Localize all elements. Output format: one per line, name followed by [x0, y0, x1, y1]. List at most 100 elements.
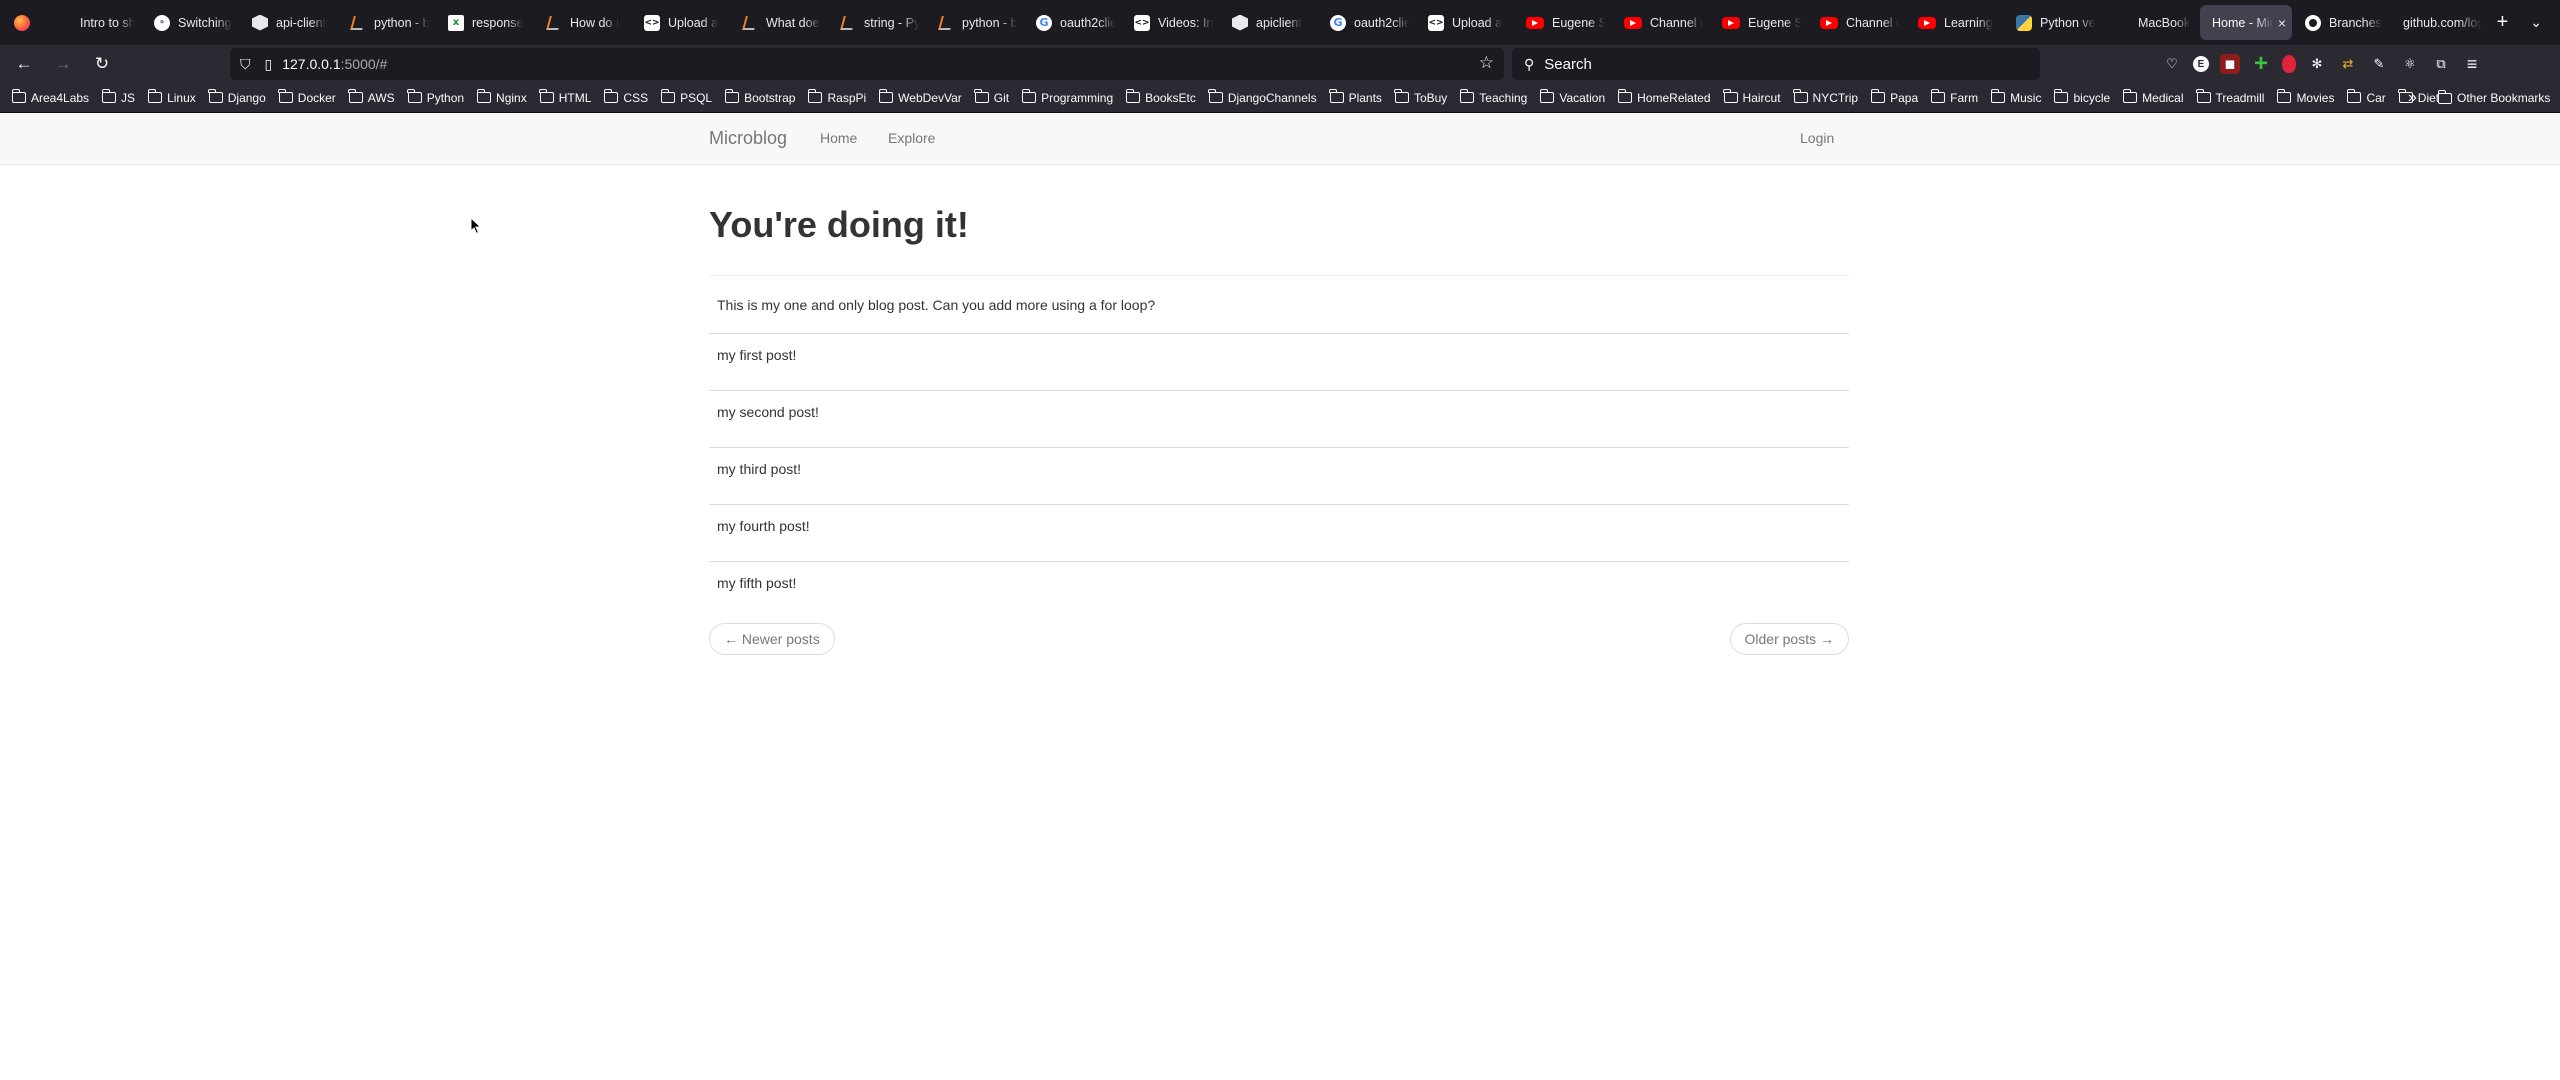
tab[interactable]: Learning: [1906, 5, 2003, 40]
bookmark-folder[interactable]: HTML: [539, 89, 591, 105]
bookmark-folder[interactable]: Medical: [2122, 89, 2184, 105]
bookmark-folder[interactable]: Linux: [147, 89, 196, 105]
search-input[interactable]: ⚲ Search: [1512, 48, 2040, 80]
bookmarks-overflow-chevron-icon[interactable]: »: [2408, 89, 2417, 107]
close-tab-icon[interactable]: ×: [2274, 15, 2286, 31]
tab[interactable]: Channel c: [1612, 5, 1709, 40]
url-bar[interactable]: ⛉ ▯ 127.0.0.1:5000/# ☆: [230, 48, 1504, 80]
tab[interactable]: <> Upload a: [632, 5, 729, 40]
tab[interactable]: apiclient: [1220, 5, 1317, 40]
bookmark-folder[interactable]: Plants: [1329, 89, 1382, 105]
tab[interactable]: Eugene Sk: [1710, 5, 1807, 40]
shield-icon[interactable]: ⛉: [240, 56, 251, 73]
nav-home-link[interactable]: Home: [820, 130, 857, 146]
bookmark-folder[interactable]: Django: [208, 89, 266, 105]
other-bookmarks[interactable]: Other Bookmarks: [2437, 83, 2550, 113]
extension-shield-icon[interactable]: [2282, 55, 2296, 73]
pocket-icon[interactable]: ♡: [2162, 54, 2182, 74]
bookmark-label: Farm: [1950, 90, 1979, 105]
bookmark-folder[interactable]: DjangoChannels: [1208, 89, 1317, 105]
extension-gear-icon[interactable]: ✻: [2307, 54, 2327, 74]
bookmark-folder[interactable]: Diet: [2398, 89, 2439, 105]
bookmark-folder[interactable]: Git: [974, 89, 1009, 105]
tab[interactable]: How do I: [534, 5, 631, 40]
bookmark-star-icon[interactable]: ☆: [1479, 53, 1494, 73]
tab[interactable]: Goauth2clie: [1024, 5, 1121, 40]
tab[interactable]: ⚬ Switching: [142, 5, 239, 40]
tab[interactable]: Python ve: [2004, 5, 2101, 40]
site-brand[interactable]: Microblog: [709, 128, 787, 149]
tab-active[interactable]: Home - Mic ×: [2200, 5, 2292, 40]
bookmark-folder[interactable]: Bootstrap: [724, 89, 795, 105]
extension-translate-icon[interactable]: ⇄: [2338, 54, 2358, 74]
tab[interactable]: Channel c: [1808, 5, 1905, 40]
tab[interactable]: Branches: [2293, 5, 2390, 40]
tab[interactable]: github.com/log: [2391, 5, 2485, 40]
folder-icon: [1990, 89, 2006, 103]
reload-icon[interactable]: ↻: [87, 49, 117, 79]
extension-plus-icon[interactable]: +: [2251, 50, 2271, 77]
new-tab-plus-icon[interactable]: +: [2497, 11, 2509, 34]
account-avatar-icon[interactable]: E: [2193, 56, 2209, 72]
extension-pen-icon[interactable]: ✎: [2369, 54, 2389, 74]
bookmark-folder[interactable]: WebDevVar: [878, 89, 962, 105]
bookmark-folder[interactable]: Car: [2346, 89, 2386, 105]
bookmark-folder[interactable]: Docker: [278, 89, 336, 105]
bookmark-folder[interactable]: CSS: [603, 89, 648, 105]
bookmark-folder[interactable]: Haircut: [1723, 89, 1781, 105]
bookmark-folder[interactable]: Farm: [1930, 89, 1979, 105]
bookmark-folder[interactable]: Treadmill: [2196, 89, 2264, 105]
tab[interactable]: string - Py: [828, 5, 925, 40]
tab[interactable]: <> Videos: In: [1122, 5, 1219, 40]
forward-arrow-icon[interactable]: →: [48, 49, 78, 79]
tab[interactable]: <> Upload a: [1416, 5, 1513, 40]
tab[interactable]: x response: [436, 5, 533, 40]
tab[interactable]: python - b: [926, 5, 1023, 40]
nav-login-link[interactable]: Login: [1800, 130, 1834, 146]
tab[interactable]: Eugene Sk: [1514, 5, 1611, 40]
bookmark-folder[interactable]: Music: [1990, 89, 2041, 105]
bookmark-folder[interactable]: Vacation: [1539, 89, 1605, 105]
bookmark-folder[interactable]: Programming: [1021, 89, 1113, 105]
bookmark-folder[interactable]: ToBuy: [1394, 89, 1447, 105]
bookmark-folder[interactable]: BooksEtc: [1125, 89, 1196, 105]
bookmark-folder[interactable]: Nginx: [476, 89, 527, 105]
list-all-tabs-chevron-icon[interactable]: ⌄: [2530, 14, 2542, 31]
post-item: my first post!: [709, 333, 1849, 390]
extension-red-icon[interactable]: ◼: [2220, 54, 2240, 74]
bookmark-folder[interactable]: JS: [101, 89, 135, 105]
tab[interactable]: python - b: [338, 5, 435, 40]
extension-react-icon[interactable]: ⚛: [2400, 54, 2420, 74]
tab[interactable]: Goauth2clie: [1318, 5, 1415, 40]
extensions-puzzle-icon[interactable]: ⧉: [2431, 54, 2451, 74]
bookmark-folder[interactable]: NYCTrip: [1793, 89, 1858, 105]
hamburger-menu-icon[interactable]: ≡: [2462, 54, 2482, 74]
back-arrow-icon[interactable]: ←: [9, 49, 39, 79]
tab[interactable]: api-client: [240, 5, 337, 40]
bookmark-folder[interactable]: Papa: [1870, 89, 1918, 105]
page-info-icon[interactable]: ▯: [265, 56, 273, 73]
bookmark-folder[interactable]: RaspPi: [807, 89, 866, 105]
bookmark-folder[interactable]: HomeRelated: [1617, 89, 1711, 105]
folder-icon: [1021, 89, 1037, 103]
bookmark-label: Plants: [1348, 90, 1382, 105]
folder-icon: [2346, 89, 2362, 103]
bookmark-folder[interactable]: Movies: [2276, 89, 2334, 105]
tab[interactable]: MacBook: [2102, 5, 2199, 40]
bookmark-folder[interactable]: Python: [407, 89, 464, 105]
video-icon: <>: [1134, 14, 1150, 31]
tab[interactable]: What does: [730, 5, 827, 40]
nav-explore-link[interactable]: Explore: [888, 130, 935, 146]
bookmark-folder[interactable]: Area4Labs: [11, 89, 89, 105]
bookmark-folder[interactable]: PSQL: [660, 89, 712, 105]
bookmarks-toolbar: Area4Labs JS Linux Django Docker AWS Python Ngi…: [0, 83, 2560, 113]
newer-posts-button[interactable]: ← Newer posts: [709, 623, 835, 655]
bookmark-folder[interactable]: Teaching: [1459, 89, 1527, 105]
older-posts-button[interactable]: Older posts →: [1729, 623, 1849, 655]
bookmark-folder[interactable]: AWS: [348, 89, 395, 105]
url-text[interactable]: 127.0.0.1:5000/#: [282, 56, 387, 72]
firefox-view-button[interactable]: [0, 0, 44, 45]
tab[interactable]: Intro to shapes: [44, 5, 141, 40]
bookmark-folder[interactable]: bicycle: [2053, 89, 2110, 105]
page-title: You're doing it!: [709, 205, 1849, 276]
